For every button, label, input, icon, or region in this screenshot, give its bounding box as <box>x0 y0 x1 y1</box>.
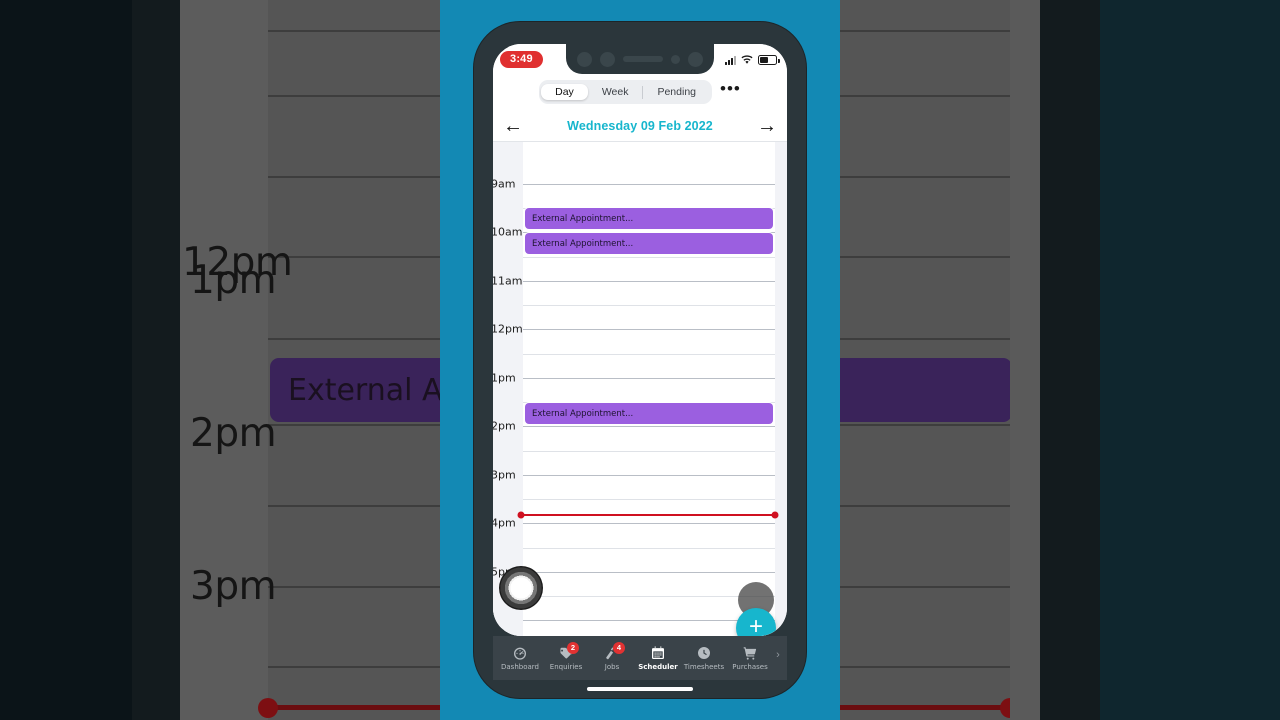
backdrop-now-dot-left <box>258 698 278 718</box>
backdrop-right-edge <box>1100 0 1280 720</box>
cart-icon <box>743 647 757 660</box>
badge-enquiries: 2 <box>567 642 579 654</box>
appointment-block[interactable]: External Appointment... <box>525 233 773 254</box>
ellipsis-icon[interactable]: ••• <box>720 80 741 99</box>
phone-screen: 3:49 Day Week Pending ••• ← Wednesday 09… <box>493 44 787 636</box>
home-indicator <box>587 687 693 691</box>
tab-day[interactable]: Day <box>541 83 588 101</box>
nav-label-purchases: Purchases <box>732 663 768 671</box>
wifi-icon <box>741 54 753 64</box>
nav-label-dashboard: Dashboard <box>501 663 539 671</box>
appointment-block[interactable]: External Appointment... <box>525 208 773 229</box>
backdrop-time-gutter-right <box>1010 0 1042 720</box>
badge-jobs: 4 <box>613 642 625 654</box>
chevron-right-icon[interactable]: › <box>773 649 783 667</box>
earpiece-speaker-icon <box>623 56 663 62</box>
nav-label-jobs: Jobs <box>604 663 620 671</box>
nav-item-purchases[interactable]: Purchases <box>727 645 773 671</box>
camera-sensor-icon <box>577 51 592 67</box>
phone-device: 3:49 Day Week Pending ••• ← Wednesday 09… <box>474 22 806 698</box>
nav-item-scheduler[interactable]: Scheduler <box>635 645 681 671</box>
arrow-left-icon[interactable]: ← <box>503 116 523 136</box>
signal-bars-icon <box>725 55 736 65</box>
backdrop-time-label-2pm: 2pm <box>190 411 277 456</box>
time-label-12pm: 12pm <box>493 322 523 336</box>
backdrop-time-label-1pm: 1pm <box>190 258 277 303</box>
time-label-1pm: 1pm <box>493 371 516 385</box>
view-segmented-control[interactable]: Day Week Pending <box>539 80 713 104</box>
time-label-10am: 10am <box>493 225 523 239</box>
time-label-9am: 9am <box>493 177 516 191</box>
date-navigation-bar: ← Wednesday 09 Feb 2022 → <box>493 110 787 142</box>
backdrop-frame-left <box>132 0 180 720</box>
recording-time-pill: 3:49 <box>500 50 543 68</box>
backdrop-time-label-3pm: 3pm <box>190 564 277 609</box>
time-gutter: 9am 10am 11am 12pm 1pm 2pm 3pm 4pm 5pm <box>493 142 523 636</box>
plus-icon: + <box>748 612 763 636</box>
backdrop-left-edge <box>0 0 132 720</box>
nav-item-dashboard[interactable]: Dashboard <box>497 645 543 671</box>
time-label-11am: 11am <box>493 274 523 288</box>
day-calendar[interactable]: 9am 10am 11am 12pm 1pm 2pm 3pm 4pm 5pm <box>493 142 787 636</box>
tab-pending[interactable]: Pending <box>643 84 710 101</box>
nav-item-enquiries[interactable]: 2 Enquiries <box>543 642 589 671</box>
screenshot-stage: External App 12pm 1pm 2pm 3pm 3:49 Day W… <box>0 0 1280 720</box>
appointment-block[interactable]: External Appointment... <box>525 403 773 424</box>
status-icons <box>725 54 780 65</box>
bottom-navigation[interactable]: Dashboard 2 Enquiries 4 Jobs Scheduler T… <box>493 636 787 680</box>
nav-item-timesheets[interactable]: Timesheets <box>681 645 727 671</box>
time-label-3pm: 3pm <box>493 468 516 482</box>
nav-label-scheduler: Scheduler <box>638 663 678 671</box>
current-time-dot-left <box>517 511 525 519</box>
nav-label-timesheets: Timesheets <box>683 663 725 671</box>
battery-icon <box>758 54 780 65</box>
arrow-right-icon[interactable]: → <box>757 116 777 136</box>
current-time-dot-right <box>771 511 779 519</box>
time-label-4pm: 4pm <box>493 516 516 530</box>
calendar-icon <box>652 646 664 659</box>
current-time-line <box>521 514 775 516</box>
tap-ring-left <box>499 566 543 610</box>
clock-icon <box>697 647 710 659</box>
tab-week[interactable]: Week <box>588 84 643 101</box>
backdrop-frame-right <box>1040 0 1100 720</box>
nav-item-jobs[interactable]: 4 Jobs <box>589 642 635 671</box>
page-title: Wednesday 09 Feb 2022 <box>567 118 713 133</box>
device-notch <box>566 44 714 74</box>
time-label-2pm: 2pm <box>493 419 516 433</box>
proximity-sensor-icon <box>600 51 615 67</box>
nav-label-enquiries: Enquiries <box>549 663 583 671</box>
light-sensor-icon <box>671 54 680 64</box>
backdrop-time-gutter <box>180 0 268 720</box>
view-toggle-row: Day Week Pending ••• <box>493 74 787 110</box>
front-camera-icon <box>688 51 703 67</box>
gauge-icon <box>514 647 526 660</box>
